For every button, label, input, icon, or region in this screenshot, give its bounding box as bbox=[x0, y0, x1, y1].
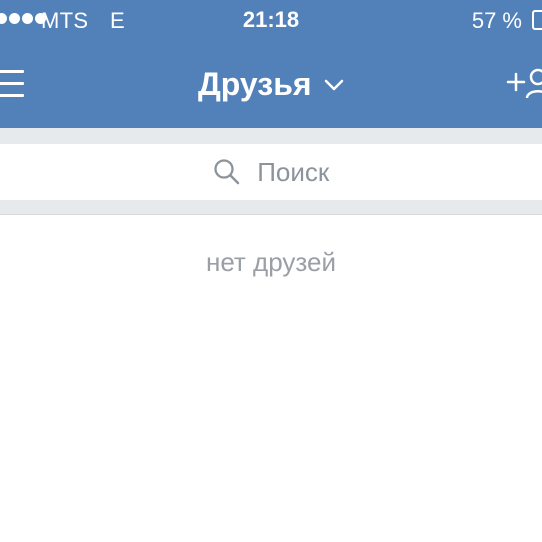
status-time: 21:18 bbox=[242, 7, 300, 32]
search-separator-top bbox=[0, 128, 542, 144]
friends-screen: MTS E 21:18 57 % Друзья Поиск нет друзей bbox=[0, 0, 542, 542]
battery-icon bbox=[532, 10, 542, 30]
page-title: Друзья bbox=[198, 66, 312, 102]
search-separator-bottom bbox=[0, 200, 542, 215]
nav-bar: Друзья bbox=[0, 42, 542, 128]
search-icon bbox=[214, 159, 239, 185]
battery-percentage: 57 % bbox=[471, 8, 522, 33]
search-input[interactable]: Поиск bbox=[0, 144, 542, 200]
header: MTS E 21:18 57 % Друзья bbox=[0, 0, 542, 128]
search-placeholder: Поиск bbox=[257, 157, 330, 187]
add-friend-icon[interactable] bbox=[505, 64, 542, 104]
empty-friends-message: нет друзей bbox=[205, 247, 337, 277]
status-bar: MTS E 21:18 57 % bbox=[0, 0, 542, 42]
chevron-down-icon bbox=[324, 79, 344, 91]
title-dropdown[interactable]: Друзья bbox=[0, 64, 542, 104]
search-content: Поиск bbox=[0, 156, 542, 188]
